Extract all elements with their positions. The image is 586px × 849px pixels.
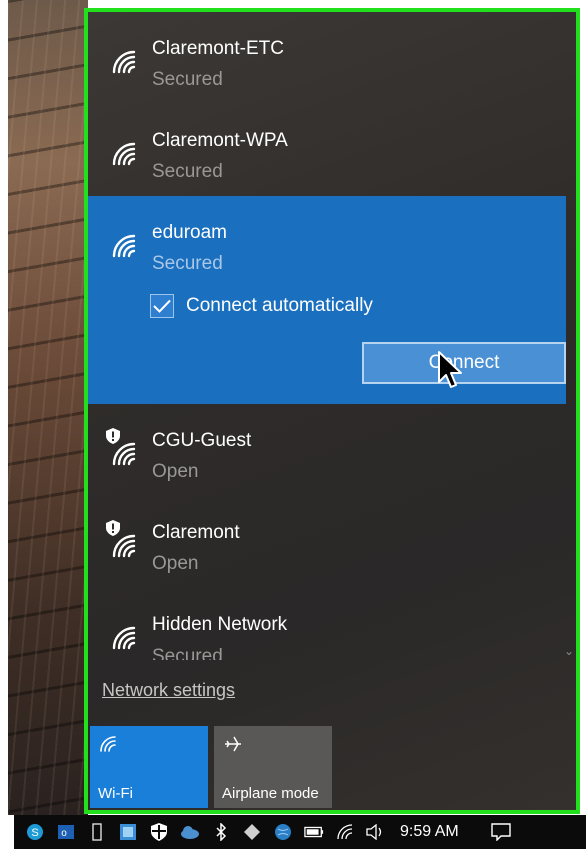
usb-drive-icon[interactable] bbox=[87, 822, 107, 842]
network-status: Open bbox=[152, 461, 199, 482]
network-item-claremont-etc[interactable]: Claremont-ETC Secured bbox=[88, 12, 566, 104]
wifi-signal-icon bbox=[112, 234, 136, 258]
connect-automatically-option[interactable]: Connect automatically bbox=[150, 293, 373, 319]
network-item-eduroam[interactable]: eduroam Secured Connect automatically Co… bbox=[88, 196, 566, 404]
network-item-cgu-guest[interactable]: CGU-Guest Open bbox=[88, 404, 566, 496]
taskbar: S o 9:59 AM bbox=[14, 815, 586, 849]
wifi-signal-icon bbox=[112, 626, 136, 650]
taskbar-clock[interactable]: 9:59 AM bbox=[400, 823, 459, 841]
network-item-claremont-wpa[interactable]: Claremont-WPA Secured bbox=[88, 104, 566, 196]
wifi-signal-icon bbox=[112, 50, 136, 74]
network-status: Secured bbox=[152, 161, 223, 182]
outlook-icon[interactable]: o bbox=[56, 822, 76, 842]
network-drive-icon[interactable] bbox=[118, 822, 138, 842]
network-flyout: Claremont-ETC Secured Claremont-WPA Secu… bbox=[84, 8, 580, 814]
action-center-icon[interactable] bbox=[491, 822, 511, 842]
connect-automatically-label: Connect automatically bbox=[186, 295, 373, 316]
network-name: eduroam bbox=[152, 222, 227, 243]
network-name: Claremont-ETC bbox=[152, 38, 284, 59]
wifi-signal-icon bbox=[112, 142, 136, 166]
network-status: Open bbox=[152, 553, 199, 574]
battery-icon[interactable] bbox=[304, 822, 324, 842]
network-status: Secured bbox=[152, 253, 223, 274]
svg-text:o: o bbox=[61, 828, 67, 839]
desktop-background bbox=[8, 0, 88, 815]
network-list[interactable]: Claremont-ETC Secured Claremont-WPA Secu… bbox=[88, 12, 566, 662]
connect-automatically-checkbox[interactable] bbox=[150, 294, 174, 318]
network-name: CGU-Guest bbox=[152, 430, 252, 451]
network-status: Secured bbox=[152, 646, 223, 660]
network-name: Claremont-WPA bbox=[152, 130, 288, 151]
diamond-app-icon[interactable] bbox=[242, 822, 262, 842]
scroll-down-arrow-icon[interactable]: ⌄ bbox=[562, 644, 576, 662]
network-status: Secured bbox=[152, 69, 223, 90]
wifi-tile-label: Wi-Fi bbox=[98, 785, 133, 802]
network-name: Hidden Network bbox=[152, 614, 288, 635]
wifi-signal-icon bbox=[112, 534, 136, 558]
checkmark-icon bbox=[153, 299, 171, 313]
skype-icon[interactable]: S bbox=[25, 822, 45, 842]
network-item-hidden-network[interactable]: Hidden Network Secured bbox=[88, 588, 566, 662]
svg-text:S: S bbox=[31, 827, 38, 839]
wifi-tray-icon[interactable] bbox=[335, 822, 355, 842]
wifi-toggle-tile[interactable]: Wi-Fi bbox=[90, 726, 208, 808]
network-name: Claremont bbox=[152, 522, 240, 543]
bluetooth-icon[interactable] bbox=[211, 822, 231, 842]
wifi-signal-icon bbox=[112, 442, 136, 466]
defender-shield-icon[interactable] bbox=[149, 822, 169, 842]
airplane-icon bbox=[225, 736, 241, 752]
network-item-claremont[interactable]: Claremont Open bbox=[88, 496, 566, 588]
volume-icon[interactable] bbox=[366, 822, 386, 842]
airplane-tile-label: Airplane mode bbox=[222, 785, 319, 802]
onedrive-icon[interactable] bbox=[180, 822, 200, 842]
wifi-icon bbox=[100, 736, 116, 752]
network-settings-link[interactable]: Network settings bbox=[102, 680, 235, 701]
airplane-mode-tile[interactable]: Airplane mode bbox=[214, 726, 332, 808]
mouse-pointer-icon bbox=[438, 351, 462, 388]
globe-icon[interactable] bbox=[273, 822, 293, 842]
connect-button[interactable]: Connect bbox=[362, 342, 566, 384]
